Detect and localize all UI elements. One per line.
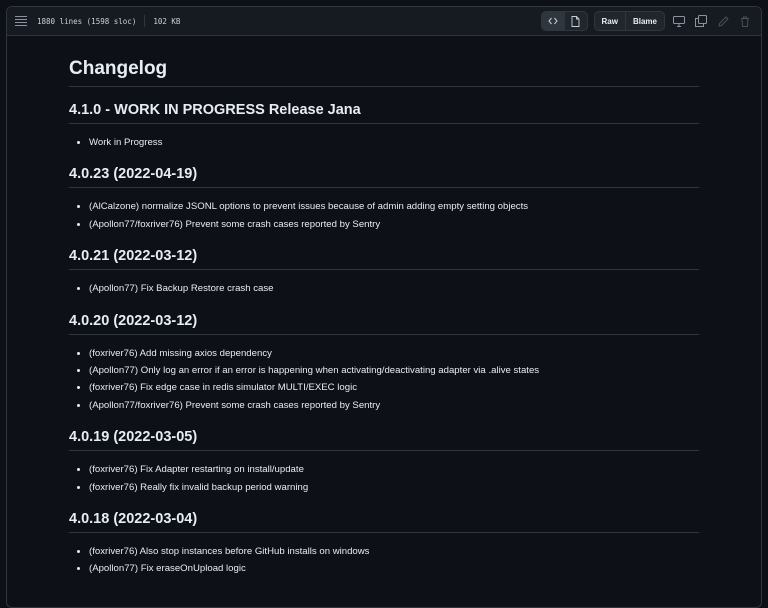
change-list: (AlCalzone) normalize JSONL options to p…: [69, 198, 699, 233]
file-size: 102 KB: [153, 16, 181, 26]
list-item: (Apollon77) Fix Backup Restore crash cas…: [89, 280, 699, 297]
desktop-icon: [673, 15, 685, 27]
raw-blame-group: Raw Blame: [593, 11, 665, 31]
file-icon: [571, 15, 580, 27]
list-item: (foxriver76) Really fix invalid backup p…: [89, 479, 699, 496]
list-item: (foxriver76) Fix edge case in redis simu…: [89, 379, 699, 396]
section-heading: 4.1.0 - WORK IN PROGRESS Release Jana: [69, 102, 699, 124]
delete-button[interactable]: [737, 13, 753, 29]
raw-button[interactable]: Raw: [595, 12, 625, 30]
outline-list-icon[interactable]: [15, 16, 27, 26]
desktop-button[interactable]: [671, 13, 687, 29]
change-list: (Apollon77) Fix Backup Restore crash cas…: [69, 280, 699, 297]
list-item: (AlCalzone) normalize JSONL options to p…: [89, 198, 699, 215]
lines-info: 1880 lines (1598 sloc): [37, 16, 137, 26]
list-item: (foxriver76) Fix Adapter restarting on i…: [89, 461, 699, 478]
divider: [144, 15, 146, 27]
list-item: (Apollon77) Fix eraseOnUpload logic: [89, 560, 699, 577]
change-list: (foxriver76) Add missing axios dependenc…: [69, 345, 699, 415]
section-heading: 4.0.21 (2022-03-12): [69, 248, 699, 271]
section-heading: 4.0.19 (2022-03-05): [69, 429, 699, 452]
blame-button[interactable]: Blame: [624, 12, 664, 30]
trash-icon: [741, 16, 749, 27]
pencil-icon: [717, 15, 729, 27]
section-heading: 4.0.18 (2022-03-04): [69, 511, 699, 534]
file-viewer: 1880 lines (1598 sloc) 102 KB Raw Blame: [6, 6, 762, 608]
copy-icon: [695, 15, 707, 27]
list-item: Work in Progress: [89, 134, 699, 151]
list-item: (foxriver76) Add missing axios dependenc…: [89, 345, 699, 362]
list-item: (foxriver76) Also stop instances before …: [89, 543, 699, 560]
code-view-button[interactable]: [541, 12, 564, 30]
edit-button[interactable]: [715, 13, 731, 29]
change-list: (foxriver76) Also stop instances before …: [69, 543, 699, 578]
file-toolbar: 1880 lines (1598 sloc) 102 KB Raw Blame: [7, 7, 761, 36]
view-mode-toggle: [540, 11, 588, 31]
section-heading: 4.0.20 (2022-03-12): [69, 313, 699, 335]
page-title: Changelog: [69, 58, 699, 87]
preview-button[interactable]: [563, 12, 587, 30]
list-item: (Apollon77/foxriver76) Prevent some cras…: [89, 397, 699, 414]
markdown-body: Changelog 4.1.0 - WORK IN PROGRESS Relea…: [7, 36, 761, 578]
list-item: (Apollon77/foxriver76) Prevent some cras…: [89, 216, 699, 233]
copy-button[interactable]: [693, 13, 709, 29]
change-list: Work in Progress: [69, 134, 699, 151]
change-list: (foxriver76) Fix Adapter restarting on i…: [69, 461, 699, 496]
code-icon: [547, 17, 558, 25]
list-item: (Apollon77) Only log an error if an erro…: [89, 362, 699, 379]
section-heading: 4.0.23 (2022-04-19): [69, 166, 699, 189]
